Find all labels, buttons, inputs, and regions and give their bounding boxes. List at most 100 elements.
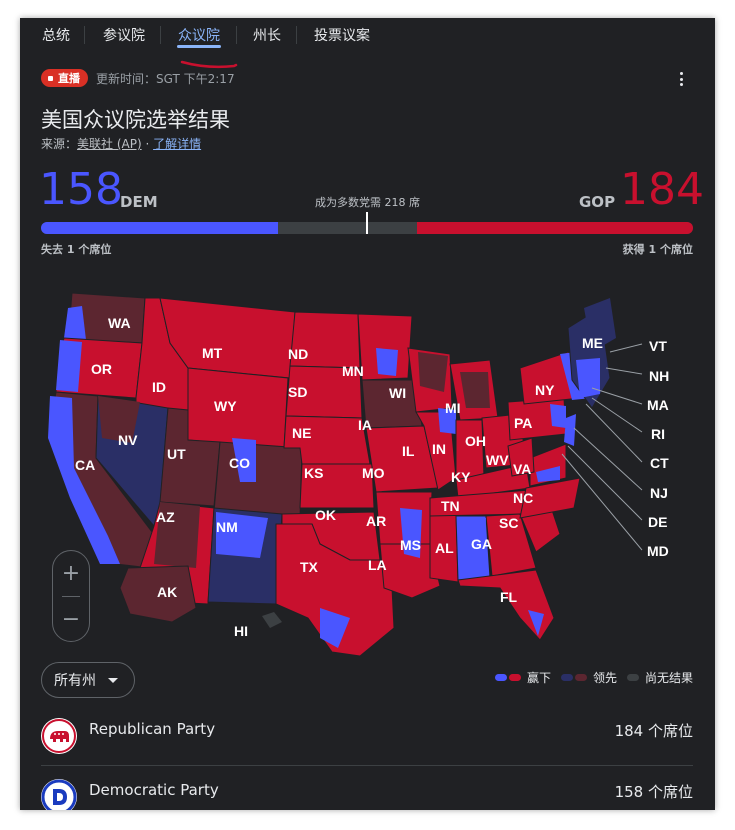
- callout-label-md: MD: [647, 543, 669, 559]
- map-label-id: ID: [152, 379, 166, 395]
- map-label-mt: MT: [202, 345, 223, 361]
- legend-dem-won-swatch: [494, 674, 507, 681]
- map-label-az: AZ: [156, 509, 175, 525]
- state-mn-dem: [376, 348, 398, 376]
- state-filter-label: 所有州: [54, 673, 96, 689]
- tab-divider: [160, 26, 161, 44]
- map-label-mi: MI: [445, 400, 461, 416]
- callout-label-vt: VT: [649, 338, 667, 354]
- map-label-al: AL: [435, 540, 454, 556]
- map-label-mn: MN: [342, 363, 364, 379]
- tab-house[interactable]: 众议院: [178, 25, 220, 45]
- map-label-or: OR: [91, 361, 112, 377]
- party-name: Republican Party: [89, 720, 216, 738]
- map-zoom-control: + −: [52, 550, 90, 642]
- page-title: 美国众议院选举结果: [41, 108, 230, 132]
- republican-elephant-icon: [41, 718, 77, 754]
- legend-dem-lead-swatch: [560, 674, 573, 681]
- map-label-ut: UT: [167, 446, 186, 462]
- state-filter-dropdown[interactable]: 所有州: [41, 662, 135, 698]
- map-label-ky: KY: [451, 469, 471, 485]
- source-line: 来源：美联社 (AP) · 了解详情: [41, 135, 201, 152]
- legend-no-result-swatch: [626, 674, 639, 681]
- live-label: 直播: [58, 72, 80, 85]
- us-house-results-map[interactable]: WA OR CA ID NV MT WY UT AZ CO NM ND SD N…: [20, 268, 715, 658]
- party-seats: 184 个席位: [614, 722, 693, 740]
- map-label-ks: KS: [304, 465, 323, 481]
- source-separator: ·: [141, 137, 154, 151]
- tab-bar: 总统 参议院 众议院 州长 投票议案: [20, 18, 715, 50]
- map-label-oh: OH: [465, 433, 486, 449]
- party-divider: [41, 765, 693, 766]
- map-label-ca: CA: [75, 457, 95, 473]
- party-row-democratic[interactable]: Democratic Party 158 个席位: [41, 775, 693, 810]
- map-label-wa: WA: [108, 315, 131, 331]
- source-link[interactable]: 美联社 (AP): [77, 137, 142, 151]
- gop-label: GOP: [579, 193, 616, 211]
- map-label-il: IL: [402, 443, 415, 459]
- map-label-ga: GA: [471, 536, 492, 552]
- map-label-nm: NM: [216, 519, 238, 535]
- map-label-wy: WY: [214, 398, 237, 414]
- source-prefix: 来源：: [41, 137, 78, 151]
- majority-marker: [366, 212, 368, 234]
- legend-won-label: 赢下: [526, 671, 551, 685]
- legend-leading-label: 领先: [592, 671, 617, 685]
- map-label-pa: PA: [514, 415, 532, 431]
- callout-label-de: DE: [648, 514, 667, 530]
- callout-label-ct: CT: [650, 455, 669, 471]
- election-results-card: 总统 参议院 众议院 州长 投票议案 直播 更新时间：SGT 下午2:17 美国…: [20, 18, 715, 810]
- callout-label-ri: RI: [651, 426, 665, 442]
- callout-label-ma: MA: [647, 397, 669, 413]
- map-label-mo: MO: [362, 465, 385, 481]
- map-label-tn: TN: [441, 498, 460, 514]
- tab-president[interactable]: 总统: [42, 25, 70, 45]
- party-seats: 158 个席位: [614, 783, 693, 801]
- map-label-ia: IA: [358, 417, 372, 433]
- learn-more-link[interactable]: 了解详情: [153, 137, 201, 151]
- state-or-dem: [56, 340, 82, 392]
- state-wi-lead: [418, 352, 448, 392]
- party-row-republican[interactable]: Republican Party 184 个席位: [41, 714, 693, 762]
- map-label-la: LA: [368, 557, 387, 573]
- map-label-wv: WV: [486, 452, 509, 468]
- map-label-wi: WI: [389, 385, 406, 401]
- map-label-ms: MS: [400, 537, 421, 553]
- tab-governor[interactable]: 州长: [253, 25, 281, 45]
- legend-gop-won-swatch: [508, 674, 521, 681]
- map-label-ny: NY: [535, 382, 555, 398]
- map-label-hi: HI: [234, 623, 248, 639]
- more-options-icon[interactable]: [673, 70, 689, 88]
- map-label-nv: NV: [118, 432, 138, 448]
- state-co: [213, 441, 303, 519]
- legend-no-results: 尚无结果: [626, 669, 693, 686]
- gop-seat-fill: [417, 222, 693, 234]
- zoom-in-button[interactable]: +: [53, 551, 89, 595]
- callout-label-nh: NH: [649, 368, 669, 384]
- map-label-nd: ND: [288, 346, 308, 362]
- tab-senate[interactable]: 参议院: [103, 25, 145, 45]
- gop-seat-change: 获得 1 个席位: [622, 243, 693, 256]
- state-pa-dem: [550, 404, 566, 428]
- tab-divider: [296, 26, 297, 44]
- tab-divider: [236, 26, 237, 44]
- tab-ballot-measures[interactable]: 投票议案: [314, 25, 370, 45]
- live-status-row: 直播 更新时间：SGT 下午2:17: [41, 68, 235, 88]
- map-label-nc: NC: [513, 490, 533, 506]
- legend-leading: 领先: [560, 669, 617, 686]
- state-ne-dem: [576, 358, 600, 398]
- gop-seat-count: 184: [620, 164, 704, 215]
- zoom-out-button[interactable]: −: [53, 597, 89, 641]
- active-tab-indicator: [177, 45, 221, 48]
- legend-won: 赢下: [494, 669, 551, 686]
- map-label-co: CO: [229, 455, 250, 471]
- map-label-sd: SD: [288, 384, 307, 400]
- map-label-fl: FL: [500, 589, 518, 605]
- update-time: 更新时间：SGT 下午2:17: [96, 71, 235, 86]
- map-label-ar: AR: [366, 513, 386, 529]
- dem-seat-change: 失去 1 个席位: [41, 243, 112, 256]
- legend-no-results-label: 尚无结果: [644, 671, 693, 685]
- tab-divider: [84, 26, 85, 44]
- legend-gop-lead-swatch: [574, 674, 587, 681]
- state-hi: [262, 612, 282, 628]
